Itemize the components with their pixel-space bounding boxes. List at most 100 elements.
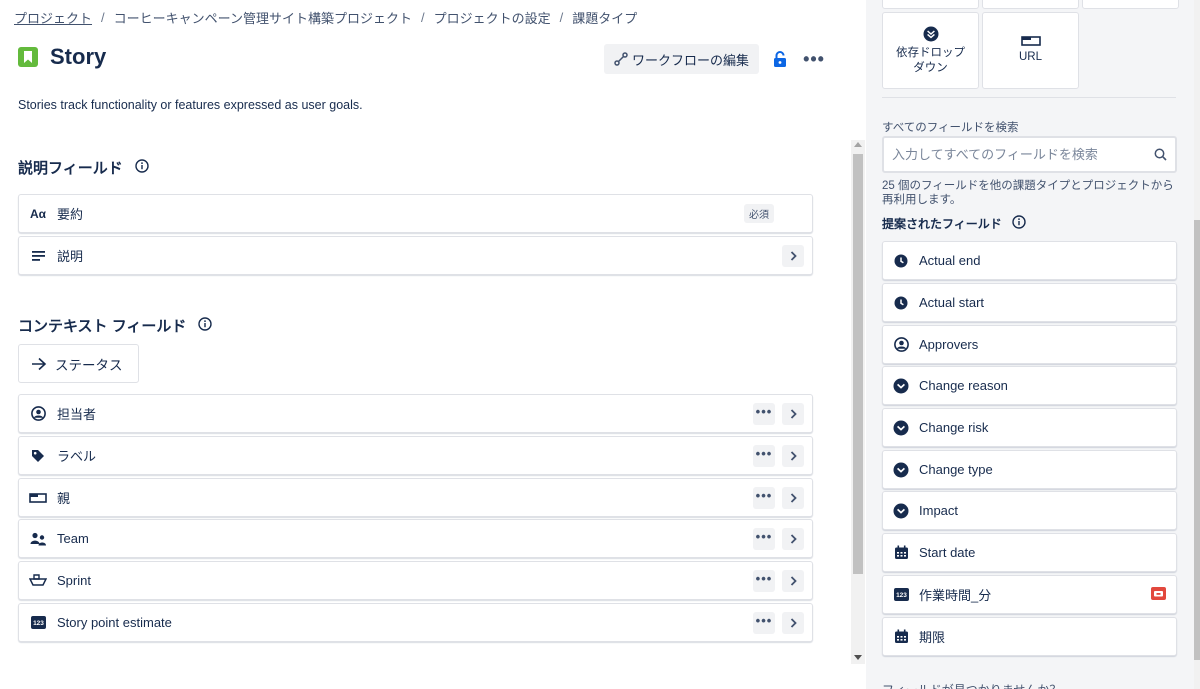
field-row-assignee[interactable]: 担当者 ••• xyxy=(18,394,813,433)
field-label: 期限 xyxy=(919,630,946,645)
suggested-field-approvers[interactable]: Approvers xyxy=(882,325,1177,364)
context-fields-title: コンテキスト フィールド xyxy=(18,318,187,335)
scroll-up-arrow[interactable] xyxy=(854,142,862,147)
expand-button[interactable] xyxy=(782,527,804,550)
search-label: すべてのフィールドを検索 xyxy=(882,122,1019,134)
field-row-story-points[interactable]: 123 Story point estimate ••• xyxy=(18,603,813,642)
calendar-icon xyxy=(883,629,919,644)
breadcrumb-separator: / xyxy=(559,9,564,25)
scroll-down-arrow[interactable] xyxy=(854,655,862,660)
scrollbar-thumb[interactable] xyxy=(853,154,863,574)
more-icon: ••• xyxy=(755,612,773,628)
field-label: Start date xyxy=(919,545,976,560)
suggested-field-impact[interactable]: Impact xyxy=(882,491,1177,530)
suggested-field-work-minutes[interactable]: 123 作業時間_分 xyxy=(882,575,1177,614)
expand-button[interactable] xyxy=(782,486,804,509)
field-tile[interactable] xyxy=(882,0,979,9)
text-aa-icon: Aα xyxy=(29,206,47,221)
field-more-button[interactable]: ••• xyxy=(753,486,775,509)
field-row-summary[interactable]: Aα 要約 必須 xyxy=(18,194,813,233)
breadcrumb-project-settings-link[interactable]: プロジェクトの設定 xyxy=(434,8,551,27)
breadcrumb-separator: / xyxy=(421,9,425,25)
field-row-parent[interactable]: 親 ••• xyxy=(18,478,813,517)
field-row-team[interactable]: Team ••• xyxy=(18,519,813,558)
more-icon: ••• xyxy=(755,403,773,419)
description-fields-heading: 説明フィールド xyxy=(18,157,149,178)
field-more-button[interactable]: ••• xyxy=(753,444,775,467)
field-not-found-link[interactable]: フィールドが見つかりませんか？ xyxy=(882,681,1061,689)
expand-button[interactable] xyxy=(782,244,804,267)
person-icon xyxy=(19,406,57,421)
dropdown-circle-icon xyxy=(883,462,919,478)
field-tile[interactable] xyxy=(1082,0,1179,9)
field-label: 要約 xyxy=(57,207,84,222)
expand-button[interactable] xyxy=(782,569,804,592)
url-field-icon xyxy=(1020,36,1041,46)
app-badge-icon xyxy=(1151,586,1166,603)
suggested-field-due-date[interactable]: 期限 xyxy=(882,617,1177,656)
field-label: Story point estimate xyxy=(57,615,172,630)
field-more-button[interactable]: ••• xyxy=(753,402,775,425)
chevron-right-icon xyxy=(790,450,797,461)
suggested-field-change-reason[interactable]: Change reason xyxy=(882,366,1177,405)
tile-label: 依存ドロップダウン xyxy=(896,46,965,74)
status-field-chip[interactable]: ステータス xyxy=(18,344,139,383)
expand-button[interactable] xyxy=(782,611,804,634)
search-input[interactable] xyxy=(892,147,1154,162)
field-label: Change reason xyxy=(919,378,1008,393)
expand-button[interactable] xyxy=(782,444,804,467)
breadcrumb-projects-link[interactable]: プロジェクト xyxy=(14,8,92,27)
field-tile-url[interactable]: URL xyxy=(982,12,1079,89)
field-row-sprint[interactable]: Sprint ••• xyxy=(18,561,813,600)
field-more-button[interactable]: ••• xyxy=(753,527,775,550)
breadcrumb-issue-types-link[interactable]: 課題タイプ xyxy=(572,8,637,27)
more-icon: ••• xyxy=(755,487,773,503)
expand-button[interactable] xyxy=(782,402,804,425)
field-more-button[interactable]: ••• xyxy=(753,569,775,592)
paragraph-icon xyxy=(19,250,57,261)
scrollbar-thumb[interactable] xyxy=(1194,220,1200,660)
tag-icon xyxy=(19,449,57,463)
field-row-labels[interactable]: ラベル ••• xyxy=(18,436,813,475)
info-icon[interactable] xyxy=(1012,215,1026,232)
field-label: Actual start xyxy=(919,295,985,310)
field-row-description[interactable]: 説明 xyxy=(18,236,813,275)
reuse-note: 25 個のフィールドを他の課題タイプとプロジェクトから再利用します。 xyxy=(882,180,1174,206)
suggested-field-start-date[interactable]: Start date xyxy=(882,533,1177,572)
suggested-field-actual-start[interactable]: Actual start xyxy=(882,283,1177,322)
main-scrollbar[interactable] xyxy=(851,140,865,664)
field-label: Team xyxy=(57,531,89,546)
dropdown-circle-icon xyxy=(883,378,919,394)
more-icon: ••• xyxy=(803,48,825,69)
field-more-button[interactable]: ••• xyxy=(753,611,775,634)
info-icon[interactable] xyxy=(198,316,213,335)
suggested-field-change-type[interactable]: Change type xyxy=(882,450,1177,489)
suggested-fields-title: 提案されたフィールド xyxy=(882,217,1002,231)
chevron-right-icon xyxy=(790,533,797,544)
edit-workflow-button[interactable]: ワークフローの編集 xyxy=(604,44,760,74)
story-icon xyxy=(18,47,38,67)
field-label: 説明 xyxy=(57,249,84,264)
info-icon[interactable] xyxy=(135,158,149,177)
field-label: Change risk xyxy=(919,420,989,435)
issue-type-description: Stories track functionality or features … xyxy=(18,98,363,112)
suggested-field-actual-end[interactable]: Actual end xyxy=(882,241,1177,280)
more-actions-button[interactable]: ••• xyxy=(799,44,829,74)
restrictions-button[interactable] xyxy=(765,44,795,74)
field-library-panel: 依存ドロップダウン URL すべてのフィールドを検索 25 個のフィールドを他の… xyxy=(866,0,1200,689)
svg-text:123: 123 xyxy=(896,592,907,599)
lock-icon xyxy=(774,50,787,67)
suggested-field-change-risk[interactable]: Change risk xyxy=(882,408,1177,447)
clock-icon xyxy=(883,254,919,268)
chevron-right-icon xyxy=(790,250,797,261)
tile-label: URL xyxy=(1018,51,1042,63)
field-tile[interactable] xyxy=(982,0,1079,9)
page-header: Story xyxy=(18,44,106,70)
svg-text:123: 123 xyxy=(33,620,44,627)
calendar-icon xyxy=(883,545,919,560)
breadcrumb-project-link[interactable]: コーヒーキャンペーン管理サイト構築プロジェクト xyxy=(114,8,412,27)
panel-scrollbar[interactable] xyxy=(1194,0,1200,689)
breadcrumb: プロジェクト / コーヒーキャンペーン管理サイト構築プロジェクト / プロジェク… xyxy=(14,8,637,26)
field-tile-dependent-dropdown[interactable]: 依存ドロップダウン xyxy=(882,12,979,89)
field-search[interactable] xyxy=(882,136,1177,173)
